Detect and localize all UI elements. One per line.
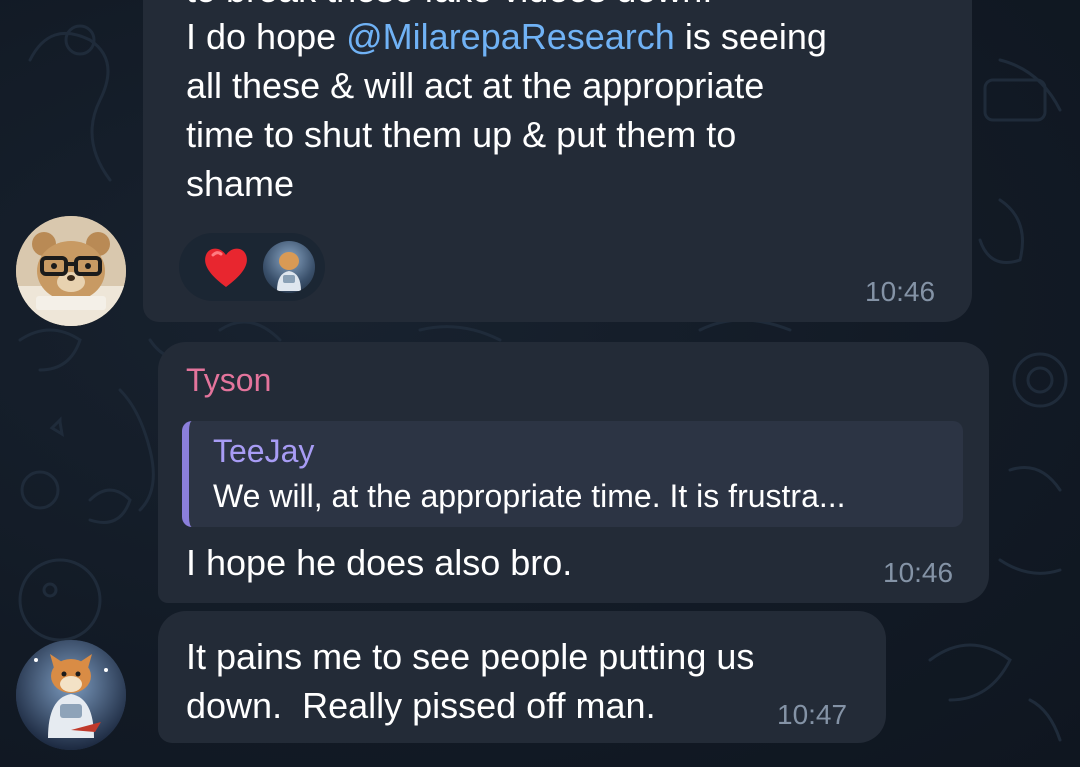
- message-timestamp: 10:46: [865, 276, 936, 307]
- message-text: I hope he does also bro.: [186, 542, 573, 583]
- message-text: It pains me to see people putting us dow…: [186, 636, 755, 726]
- reaction-user-avatar[interactable]: [263, 241, 315, 293]
- message-bubble[interactable]: Tyson TeeJay We will, at the appropriate…: [158, 342, 989, 603]
- bear-avatar[interactable]: [16, 216, 126, 326]
- reply-preview-text: We will, at the appropriate time. It is …: [213, 478, 846, 514]
- message-timestamp: 10:46: [883, 557, 954, 588]
- message-bubble[interactable]: to break those fake videos down. I do ho…: [143, 0, 972, 322]
- heart-reaction-icon[interactable]: [201, 243, 251, 291]
- message-text: I do hope @MilarepaResearch is seeing al…: [186, 16, 827, 204]
- message-timestamp: 10:47: [777, 699, 848, 730]
- shiba-astronaut-avatar[interactable]: [16, 640, 126, 750]
- sender-name[interactable]: Tyson: [186, 362, 271, 399]
- chat-view: to break those fake videos down. I do ho…: [0, 0, 1080, 767]
- message-clipped-line: to break those fake videos down.: [186, 0, 946, 12]
- message-bubble[interactable]: It pains me to see people putting us dow…: [158, 611, 886, 743]
- reply-quote[interactable]: TeeJay We will, at the appropriate time.…: [182, 421, 963, 527]
- mention-link[interactable]: @MilarepaResearch: [346, 16, 675, 57]
- reactions-bar[interactable]: [179, 233, 325, 301]
- reply-sender-name: TeeJay: [213, 433, 315, 469]
